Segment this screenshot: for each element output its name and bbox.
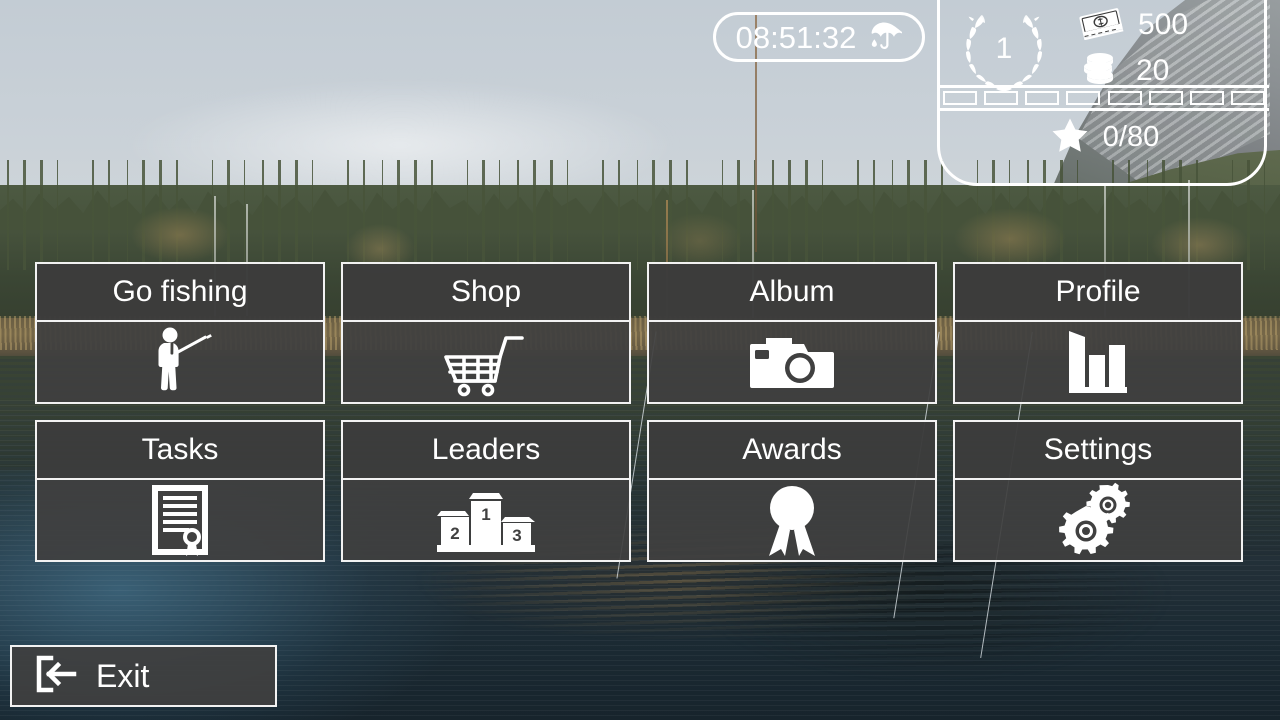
- menu-label: Leaders: [343, 422, 629, 480]
- menu-button-profile[interactable]: Profile: [953, 262, 1243, 404]
- banknotes-icon: [1078, 6, 1124, 45]
- experience-segment: [1107, 91, 1142, 105]
- clock-time: 08:51:32: [735, 19, 857, 55]
- menu-label: Go fishing: [37, 264, 323, 322]
- money-stat: 500: [1078, 5, 1268, 45]
- menu-button-tasks[interactable]: Tasks: [35, 420, 325, 562]
- menu-label: Tasks: [37, 422, 323, 480]
- experience-value: 0/80: [1102, 120, 1160, 153]
- menu-button-go-fishing[interactable]: Go fishing: [35, 262, 325, 404]
- menu-button-shop[interactable]: Shop: [341, 262, 631, 404]
- menu-button-awards[interactable]: Awards: [647, 420, 937, 562]
- money-value: 500: [1138, 8, 1189, 41]
- bar-chart-icon: [955, 322, 1241, 402]
- menu-button-leaders[interactable]: Leaders 1 2 3: [341, 420, 631, 562]
- exit-label: Exit: [96, 658, 150, 694]
- menu-button-album[interactable]: Album: [647, 262, 937, 404]
- menu-label: Shop: [343, 264, 629, 322]
- player-stats-panel: 1 500 20 0/80: [937, 0, 1270, 186]
- experience-stat: 0/80: [940, 115, 1270, 159]
- gears-icon: [955, 480, 1241, 560]
- rosette-icon: [649, 480, 935, 560]
- camera-icon: [649, 322, 935, 402]
- umbrella-rain-icon: [866, 17, 904, 58]
- star-icon: [1051, 117, 1089, 158]
- stats-top-row: 1 500 20: [940, 3, 1264, 92]
- exit-button[interactable]: Exit: [10, 645, 277, 707]
- experience-segment: [1066, 91, 1101, 105]
- menu-label: Settings: [955, 422, 1241, 480]
- level-badge: 1: [944, 3, 1064, 95]
- coins-value: 20: [1136, 54, 1170, 87]
- logout-icon: [34, 654, 78, 699]
- menu-label: Awards: [649, 422, 935, 480]
- experience-segment: [1148, 91, 1183, 105]
- menu-label: Album: [649, 264, 935, 322]
- experience-segment: [943, 91, 977, 105]
- experience-segment: [984, 91, 1019, 105]
- podium-icon: 1 2 3: [343, 480, 629, 560]
- menu-label: Profile: [955, 264, 1241, 322]
- angler-icon: [37, 322, 323, 402]
- experience-bar: [939, 85, 1269, 111]
- certificate-icon: [37, 480, 323, 560]
- podium-rank-1: 1: [481, 505, 490, 524]
- main-menu-grid: Go fishing Shop Album Profile Tasks Lead…: [35, 262, 1245, 562]
- podium-rank-2: 2: [450, 524, 459, 543]
- experience-segment: [1189, 91, 1224, 105]
- experience-segment: [1230, 91, 1265, 105]
- shopping-cart-icon: [343, 322, 629, 402]
- clock-weather-widget: 08:51:32: [713, 12, 925, 62]
- menu-button-settings[interactable]: Settings: [953, 420, 1243, 562]
- experience-segment: [1025, 91, 1060, 105]
- level-value: 1: [995, 32, 1013, 65]
- podium-rank-3: 3: [512, 526, 521, 545]
